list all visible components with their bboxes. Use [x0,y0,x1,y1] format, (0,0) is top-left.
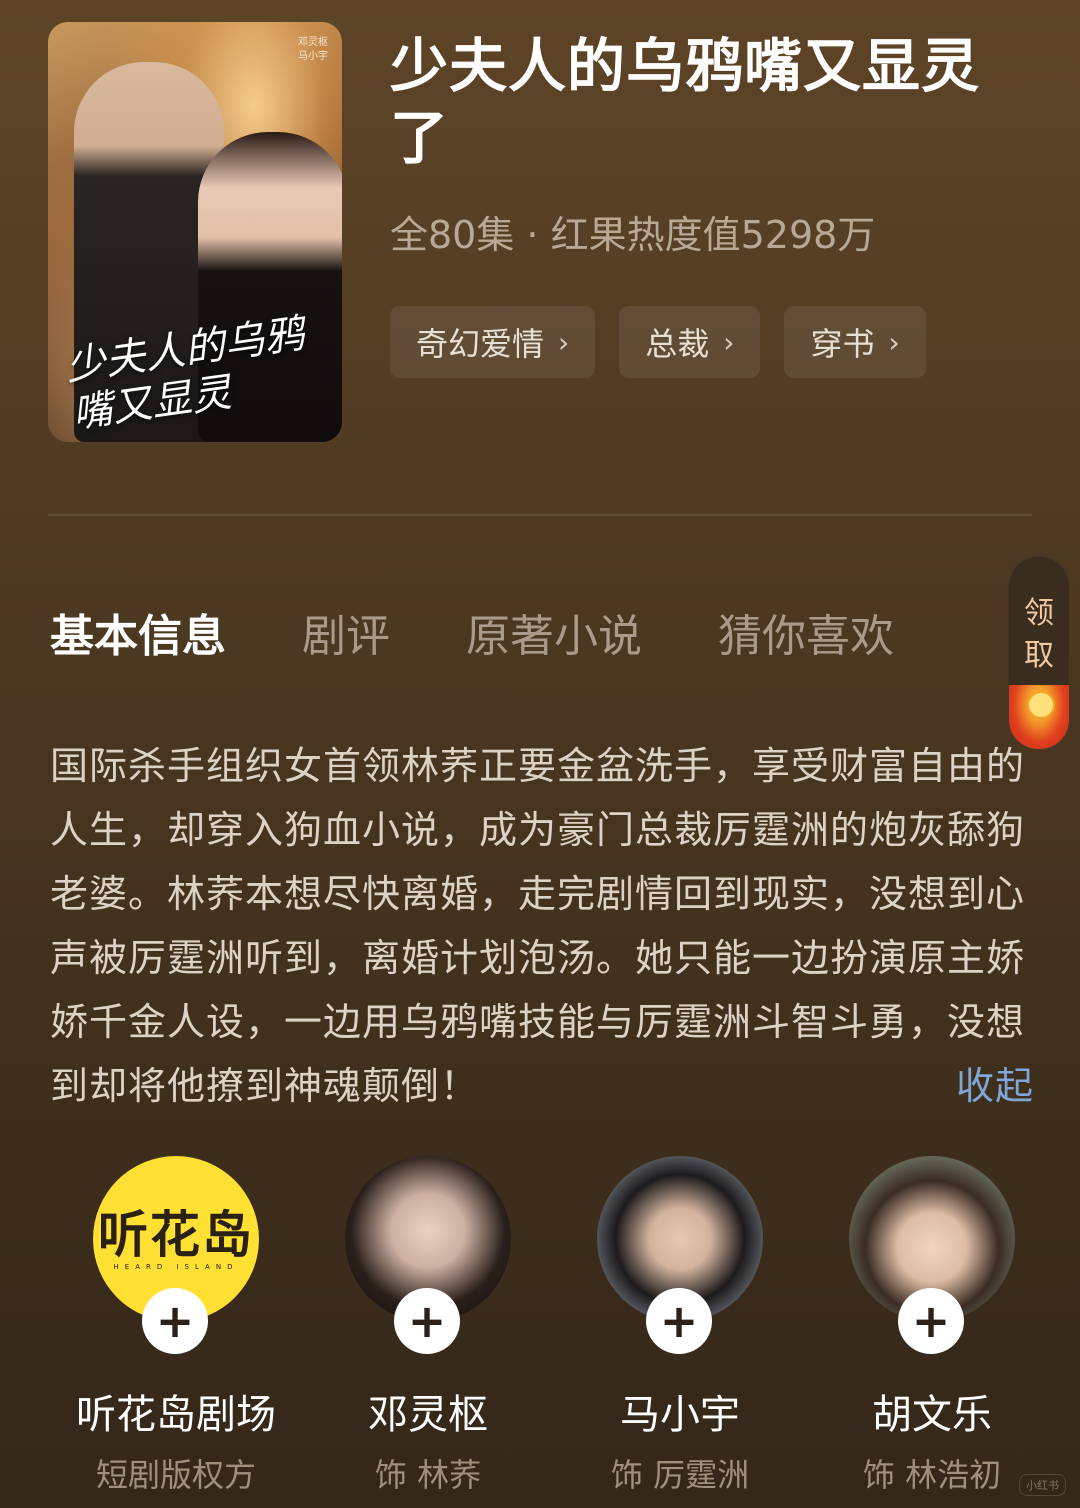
cast-list: 听花岛 HEARD ISLAND + 听花岛剧场 短剧版权方 + 邓灵枢 饰 林… [40,1156,1060,1496]
watermark: 小红书 [1019,1474,1066,1496]
cast-item-actor-3[interactable]: + 胡文乐 饰 林浩初 [796,1156,1048,1496]
claim-reward-button[interactable]: 领 取 [1008,556,1070,750]
claim-label-line-2: 取 [1024,638,1054,673]
cast-role: 饰 林荞 [374,1456,482,1494]
section-divider [48,514,1032,516]
detail-tabs: 基本信息 剧评 原著小说 猜你喜欢 [50,600,894,664]
synopsis-text: 国际杀手组织女首领林荞正要金盆洗手，享受财富自由的人生，却穿入狗血小说，成为豪门… [50,744,1026,1108]
follow-button[interactable]: + [394,1288,460,1354]
coin-icon [1027,691,1055,719]
cast-role: 短剧版权方 [95,1456,256,1494]
follow-button[interactable]: + [898,1288,964,1354]
genre-tags: 奇幻爱情 › 总裁 › 穿书 › [390,306,926,378]
cast-item-studio[interactable]: 听花岛 HEARD ISLAND + 听花岛剧场 短剧版权方 [40,1156,292,1496]
drama-title: 少夫人的乌鸦嘴又显灵了 [390,32,981,172]
plus-icon: + [155,1294,195,1348]
cast-item-actor-1[interactable]: + 邓灵枢 饰 林荞 [292,1156,544,1496]
plus-icon: + [659,1294,699,1348]
logo-subtext: HEARD ISLAND [113,1263,239,1271]
plus-icon: + [911,1294,951,1348]
cast-name: 胡文乐 [872,1392,992,1438]
chevron-right-icon: › [558,325,570,359]
claim-label: 领 取 [1009,593,1069,677]
claim-label-line-1: 领 [1024,596,1054,631]
tag-ceo[interactable]: 总裁 › [619,306,761,378]
drama-poster[interactable]: 邓灵枢 马小宇 少夫人的乌鸦嘴又显灵 [48,22,342,442]
follow-button[interactable]: + [142,1288,208,1354]
tag-label: 总裁 [645,325,710,363]
collapse-link[interactable]: 收起 [956,1054,1034,1118]
drama-meta: 全80集 · 红果热度值5298万 [390,213,876,257]
tag-label: 奇幻爱情 [416,325,545,363]
poster-credits: 邓灵枢 马小宇 [298,36,328,64]
logo-text: 听花岛 [98,1206,254,1264]
plus-icon: + [407,1294,447,1348]
poster-credit-2: 马小宇 [298,51,328,62]
cast-role: 饰 厉霆洲 [610,1456,750,1494]
follow-button[interactable]: + [646,1288,712,1354]
tab-original-novel[interactable]: 原著小说 [466,600,642,664]
synopsis: 国际杀手组织女首领林荞正要金盆洗手，享受财富自由的人生，却穿入狗血小说，成为豪门… [50,734,1034,1118]
tab-recommendations[interactable]: 猜你喜欢 [718,600,894,664]
cast-name: 听花岛剧场 [76,1392,276,1438]
tag-label: 穿书 [810,325,875,363]
chevron-right-icon: › [888,325,900,359]
tag-book-transmigration[interactable]: 穿书 › [784,306,926,378]
cast-name: 马小宇 [620,1392,740,1438]
tab-reviews[interactable]: 剧评 [302,600,390,664]
chevron-right-icon: › [723,325,735,359]
cast-item-actor-2[interactable]: + 马小宇 饰 厉霆洲 [544,1156,796,1496]
cast-name: 邓灵枢 [368,1392,488,1438]
poster-credit-1: 邓灵枢 [298,37,328,48]
tag-romance-fantasy[interactable]: 奇幻爱情 › [390,306,596,378]
tab-basic-info[interactable]: 基本信息 [50,600,226,664]
